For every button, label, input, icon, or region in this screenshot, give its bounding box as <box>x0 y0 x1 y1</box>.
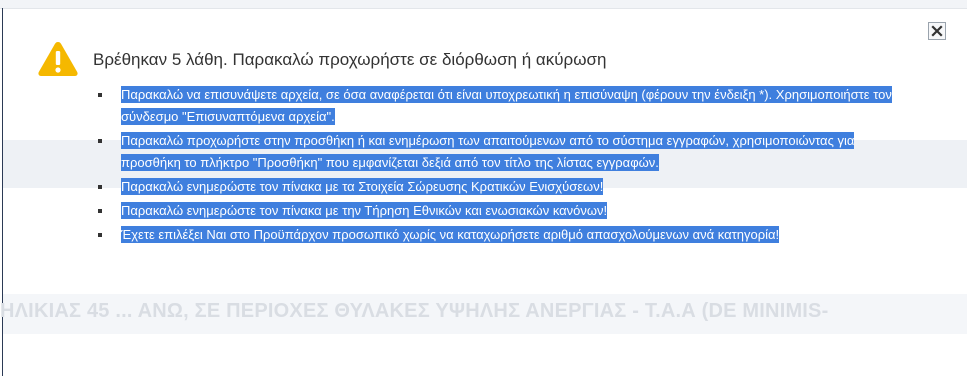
bullet <box>98 233 102 237</box>
dialog-top-border <box>0 0 967 9</box>
error-list-item: Παρακαλώ ενημερώστε τον πίνακα με την Τή… <box>95 200 915 222</box>
error-list: Παρακαλώ να επισυνάψετε αρχεία, σε όσα α… <box>95 84 915 248</box>
bullet <box>98 139 102 143</box>
error-list-item: Παρακαλώ προχωρήστε στην προσθήκη ή και … <box>95 130 915 174</box>
warning-icon <box>38 42 78 76</box>
close-button[interactable] <box>928 22 946 40</box>
error-summary-message: Βρέθηκαν 5 λάθη. Παρακαλώ προχωρήστε σε … <box>93 50 607 69</box>
bullet <box>98 209 102 213</box>
error-text: Παρακαλώ ενημερώστε τον πίνακα με την Τή… <box>121 202 608 219</box>
error-list-item: Έχετε επιλέξει Ναι στο Προϋπάρχον προσωπ… <box>95 224 915 246</box>
background-page-title: ΗΛΙΚΙΑΣ 45 ... ΑΝΩ, ΣΕ ΠΕΡΙΟΧΕΣ ΘΥΛΑΚΕΣ … <box>0 300 829 322</box>
error-text: Έχετε επιλέξει Ναι στο Προϋπάρχον προσωπ… <box>121 226 780 243</box>
error-list-item: Παρακαλώ να επισυνάψετε αρχεία, σε όσα α… <box>95 84 915 128</box>
error-list-item: Παρακαλώ ενημερώστε τον πίνακα με τα Στο… <box>95 176 915 198</box>
bullet <box>98 185 102 189</box>
error-text: Παρακαλώ προχωρήστε στην προσθήκη ή και … <box>121 132 855 171</box>
error-text: Παρακαλώ να επισυνάψετε αρχεία, σε όσα α… <box>121 86 892 125</box>
close-icon <box>931 25 943 37</box>
error-dialog-page: ΗΛΙΚΙΑΣ 45 ... ΑΝΩ, ΣΕ ΠΕΡΙΟΧΕΣ ΘΥΛΑΚΕΣ … <box>0 0 967 376</box>
error-text: Παρακαλώ ενημερώστε τον πίνακα με τα Στο… <box>121 178 604 195</box>
bullet <box>98 93 102 97</box>
